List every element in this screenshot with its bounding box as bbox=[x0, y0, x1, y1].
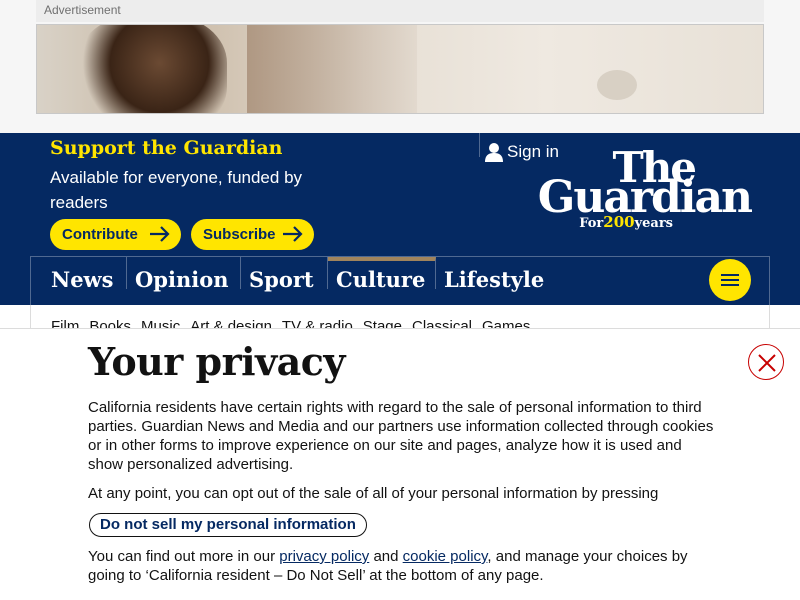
user-icon bbox=[485, 143, 503, 162]
close-button[interactable] bbox=[748, 344, 784, 380]
logo-tagline-suffix: years bbox=[634, 216, 673, 231]
logo-tagline-prefix: For bbox=[579, 216, 604, 231]
cookie-policy-link[interactable]: cookie policy bbox=[403, 548, 488, 565]
logo-tagline-number: 200 bbox=[603, 213, 635, 231]
subscribe-label: Subscribe bbox=[203, 226, 276, 243]
site-header: Support the Guardian Available for every… bbox=[0, 133, 800, 305]
support-subtitle: Available for everyone, funded by reader… bbox=[50, 168, 303, 212]
pillar-nav: News Opinion Sport Culture Lifestyle bbox=[30, 256, 770, 305]
culture-subnav: Film Books Music Art & design TV & radio… bbox=[0, 305, 800, 335]
support-title: Support the Guardian bbox=[50, 137, 283, 159]
hamburger-menu-icon bbox=[721, 274, 739, 286]
ad-label-bar: Advertisement bbox=[36, 0, 764, 22]
arrow-right-icon bbox=[150, 226, 170, 242]
pillar-lifestyle[interactable]: Lifestyle bbox=[436, 257, 546, 305]
close-icon bbox=[758, 354, 776, 372]
p3-text-before: You can find out more in our bbox=[88, 548, 280, 565]
pillar-culture[interactable]: Culture bbox=[328, 257, 436, 292]
p3-text-and: and bbox=[369, 548, 403, 565]
privacy-paragraph-3: You can find out more in our privacy pol… bbox=[88, 547, 718, 585]
privacy-paragraph-1: California residents have certain rights… bbox=[88, 399, 714, 473]
privacy-paragraph-2: At any point, you can opt out of the sal… bbox=[88, 485, 659, 502]
logo-tagline: For200years bbox=[579, 214, 673, 232]
do-not-sell-button[interactable]: Do not sell my personal information bbox=[89, 513, 367, 537]
pillar-opinion[interactable]: Opinion bbox=[127, 257, 241, 292]
contribute-label: Contribute bbox=[62, 226, 138, 243]
arrow-right-icon bbox=[283, 226, 303, 242]
contribute-button[interactable]: Contribute bbox=[50, 219, 181, 250]
advertisement-slot: Advertisement bbox=[0, 0, 800, 133]
privacy-title: Your privacy bbox=[88, 339, 346, 384]
hamburger-menu-button[interactable] bbox=[709, 259, 751, 301]
ad-label: Advertisement bbox=[44, 3, 121, 17]
pillar-sport[interactable]: Sport bbox=[241, 257, 328, 292]
signin-divider bbox=[479, 133, 480, 157]
subnav-box: Film Books Music Art & design TV & radio… bbox=[30, 305, 770, 335]
pillar-news[interactable]: News bbox=[43, 257, 127, 292]
ad-banner-image[interactable] bbox=[36, 24, 764, 114]
subscribe-button[interactable]: Subscribe bbox=[191, 219, 314, 250]
privacy-modal: Your privacy California residents have c… bbox=[0, 328, 800, 600]
guardian-logo[interactable]: The Guardian For200years bbox=[525, 145, 753, 235]
privacy-policy-link[interactable]: privacy policy bbox=[279, 548, 369, 565]
